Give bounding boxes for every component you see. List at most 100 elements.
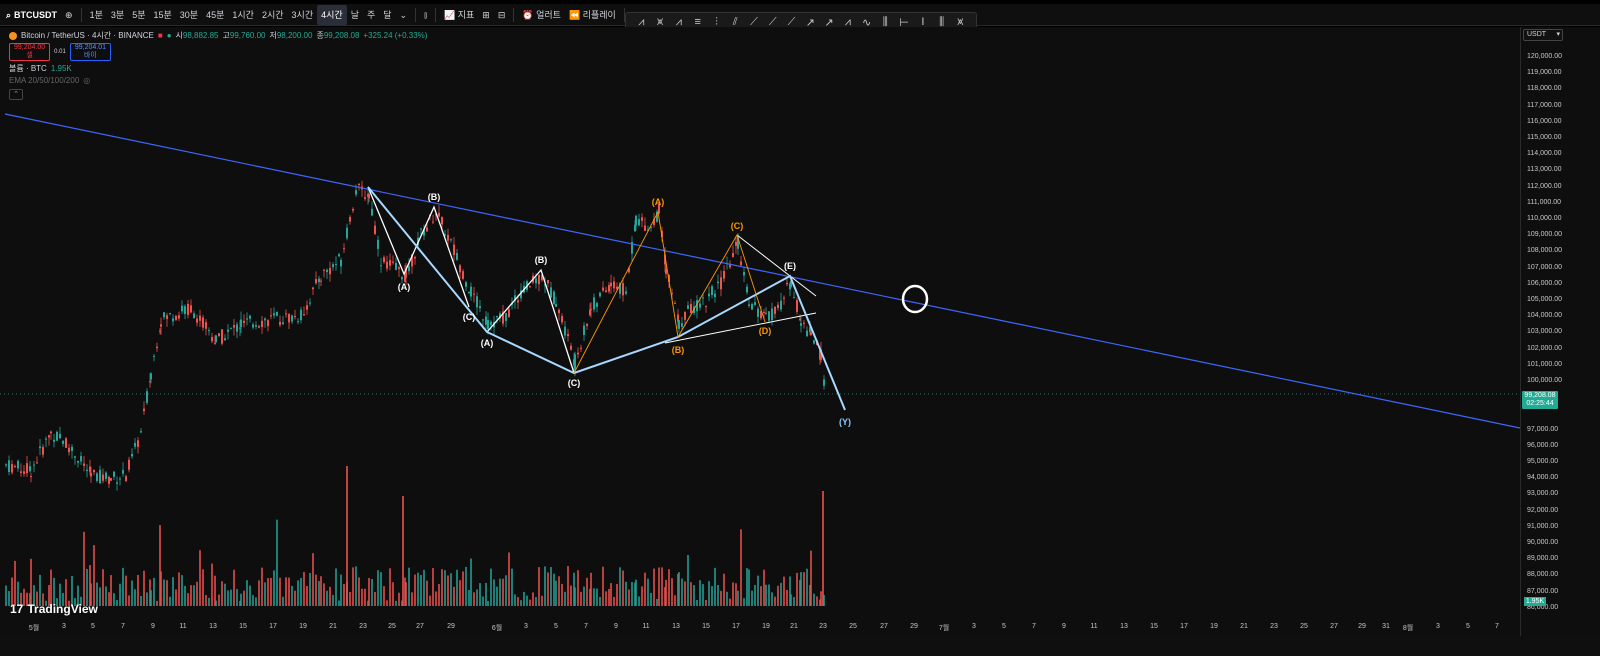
candle-body bbox=[479, 306, 481, 309]
sell-button[interactable]: 99,204.00 셀 bbox=[9, 43, 51, 61]
volume-bar bbox=[338, 600, 340, 606]
volume-bar bbox=[297, 580, 299, 606]
time-tick-label: 5 bbox=[1466, 623, 1470, 630]
collapse-legend-button[interactable]: ⌃ bbox=[9, 89, 23, 100]
volume-bar bbox=[389, 568, 391, 606]
candle-body bbox=[113, 471, 115, 477]
candle-body bbox=[349, 217, 351, 222]
candle-body bbox=[473, 293, 475, 295]
candle-body bbox=[309, 302, 311, 304]
volume-bar bbox=[810, 550, 812, 606]
candle-body bbox=[83, 463, 85, 466]
logo-text: TradingView bbox=[27, 602, 98, 616]
time-tick-label: 31 bbox=[1382, 623, 1390, 630]
candle-body bbox=[705, 305, 707, 307]
volume-bar bbox=[273, 570, 275, 606]
volume-bar bbox=[751, 590, 753, 606]
candle-body bbox=[538, 274, 540, 285]
eye-hidden-icon[interactable]: ◎ bbox=[83, 75, 90, 87]
time-tick-label: 7월 bbox=[938, 625, 950, 632]
candle-body bbox=[796, 300, 798, 312]
volume-bar bbox=[711, 586, 713, 606]
time-tick-label: 5 bbox=[91, 623, 95, 630]
add-symbol-button[interactable]: ⊕ bbox=[61, 5, 77, 25]
candle-body bbox=[352, 208, 354, 211]
volume-bar bbox=[119, 583, 121, 606]
wave-label-white[interactable]: (E) bbox=[784, 261, 796, 271]
candle-body bbox=[56, 431, 58, 441]
candle-body bbox=[508, 309, 510, 317]
volume-bar bbox=[227, 590, 229, 606]
interval-7[interactable]: 2시간 bbox=[258, 5, 288, 25]
candle-body bbox=[122, 469, 124, 474]
interval-1[interactable]: 3분 bbox=[107, 5, 128, 25]
ema-row[interactable]: EMA 20/50/100/200 ◎ bbox=[9, 75, 427, 87]
wave-label-white[interactable]: (B) bbox=[535, 255, 548, 265]
price-tick-label: 107,000.00 bbox=[1527, 263, 1563, 271]
divider bbox=[415, 7, 417, 22]
volume-bar bbox=[323, 583, 325, 606]
buy-button[interactable]: 99,204.01 바이 bbox=[69, 43, 111, 61]
candle-body bbox=[252, 324, 254, 328]
time-axis[interactable]: 5월 3 5 7 9 11 13 15 17 19 21 23 25 27 29 6월 3 5 7 9 11 13 15 17… bbox=[0, 620, 1520, 636]
time-tick-label: 9 bbox=[151, 623, 155, 630]
candle-body bbox=[297, 321, 299, 323]
volume-bar bbox=[511, 568, 513, 606]
replay-button[interactable]: ⏪ 리플레이 bbox=[565, 5, 620, 25]
alert-button[interactable]: ⏰ 얼러트 bbox=[518, 5, 565, 25]
candle-body bbox=[714, 293, 716, 298]
wave-label-white[interactable]: (B) bbox=[428, 192, 441, 202]
candle-body bbox=[674, 302, 676, 304]
interval-11[interactable]: 주 bbox=[363, 5, 379, 25]
price-tick-label: 119,000.00 bbox=[1527, 69, 1562, 77]
wave-label-orange[interactable]: (C) bbox=[731, 221, 744, 231]
time-tick-label: 25 bbox=[1300, 623, 1308, 630]
candle-body bbox=[678, 320, 680, 329]
volume-bar bbox=[134, 589, 136, 606]
interval-9[interactable]: 4시간 bbox=[317, 4, 347, 25]
wave-label-white[interactable]: (C) bbox=[568, 378, 581, 388]
volume-bar bbox=[768, 584, 770, 606]
candle-body bbox=[638, 219, 640, 226]
interval-5[interactable]: 45분 bbox=[202, 5, 228, 25]
interval-6[interactable]: 1시간 bbox=[228, 5, 258, 25]
volume-bar bbox=[456, 569, 458, 606]
candle-body bbox=[765, 312, 767, 314]
price-tick-label: 104,000.00 bbox=[1527, 312, 1563, 320]
interval-10[interactable]: 날 bbox=[347, 5, 363, 25]
wave-label-orange[interactable]: (B) bbox=[672, 345, 685, 355]
candle-body bbox=[62, 440, 64, 444]
chevron-down-icon[interactable]: ⌄ bbox=[396, 5, 412, 25]
indicators-button[interactable]: 📈 지표 bbox=[440, 5, 478, 25]
interval-3[interactable]: 15분 bbox=[149, 5, 175, 25]
candle-body bbox=[517, 300, 519, 303]
candle-body bbox=[99, 469, 101, 484]
interval-8[interactable]: 3시간 bbox=[288, 5, 318, 25]
templates-button[interactable]: ⊟ bbox=[494, 5, 510, 25]
tradingview-logo[interactable]: 17 TradingView bbox=[10, 602, 98, 616]
chart-type-button[interactable]: ⫾ bbox=[420, 5, 431, 25]
candle-body bbox=[456, 253, 458, 260]
layout-button[interactable]: ⊞ bbox=[478, 5, 494, 25]
volume-bar bbox=[783, 576, 785, 606]
currency-select[interactable]: USDT ▾ bbox=[1523, 29, 1563, 41]
volume-bar bbox=[224, 583, 226, 606]
interval-12[interactable]: 달 bbox=[379, 5, 395, 25]
symbol-search[interactable]: ⌕ BTCUSDT bbox=[0, 5, 61, 25]
interval-0[interactable]: 1분 bbox=[86, 5, 107, 25]
candle-body bbox=[590, 308, 592, 310]
volume-row[interactable]: 볼륨 · BTC 1.95K bbox=[9, 63, 427, 75]
volume-bar bbox=[252, 595, 254, 606]
wave-label-white[interactable]: (A) bbox=[481, 338, 494, 348]
wave-label-white[interactable]: (A) bbox=[398, 282, 411, 292]
wave-label-white[interactable]: (C) bbox=[463, 312, 476, 322]
wave-label-orange[interactable]: (D) bbox=[759, 326, 772, 336]
wave-label-blue[interactable]: (Y) bbox=[839, 417, 851, 427]
candle-body bbox=[230, 327, 232, 329]
interval-4[interactable]: 30분 bbox=[176, 5, 202, 25]
candle-body bbox=[178, 315, 180, 319]
price-tick-label: 97,000.00 bbox=[1527, 425, 1559, 433]
interval-2[interactable]: 5분 bbox=[128, 5, 149, 25]
wave-label-orange[interactable]: (A) bbox=[652, 197, 665, 207]
time-tick-label: 3 bbox=[1436, 623, 1440, 630]
